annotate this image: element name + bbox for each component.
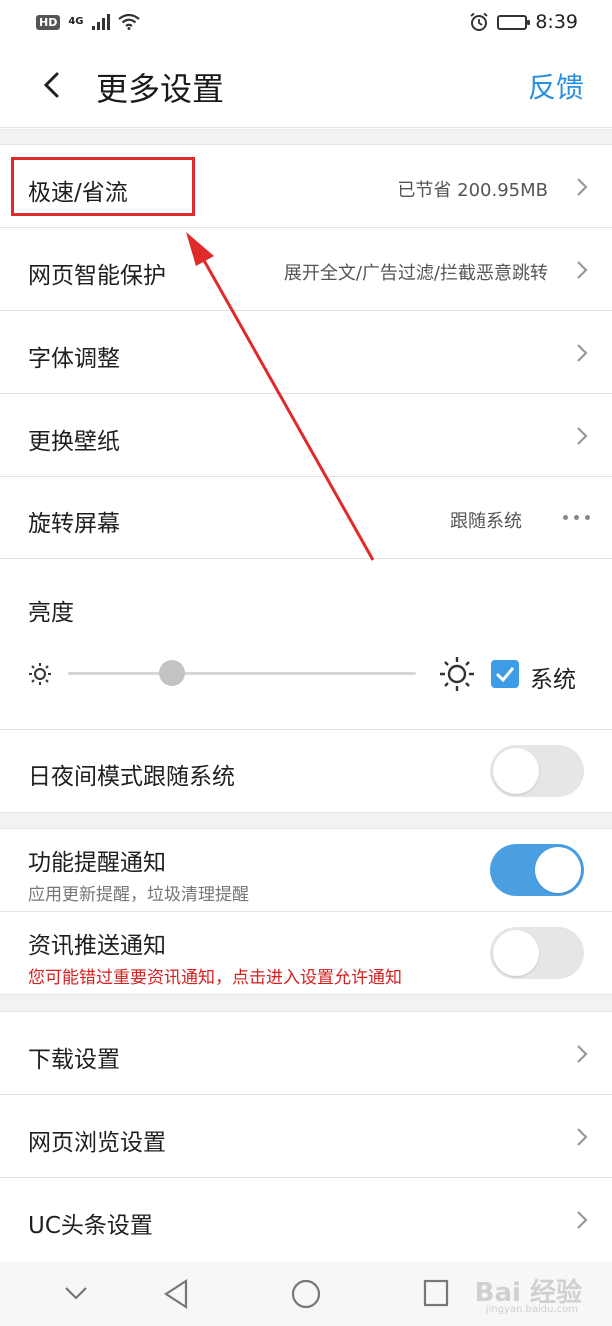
toggle-knob (493, 748, 539, 794)
back-icon[interactable] (40, 72, 66, 98)
feature-notification-toggle[interactable] (490, 844, 584, 896)
rotate-value: 跟随系统 (450, 511, 522, 532)
feature-notification-label: 功能提醒通知 (28, 850, 166, 876)
system-brightness-checkbox[interactable] (491, 660, 519, 688)
brightness-slider-thumb[interactable] (159, 660, 186, 686)
chevron-right-icon (577, 178, 588, 196)
feedback-button[interactable]: 反馈 (528, 66, 584, 106)
browse-settings-label: 网页浏览设置 (28, 1130, 166, 1156)
rotate-label: 旋转屏幕 (28, 511, 120, 537)
nav-back-icon[interactable] (162, 1278, 190, 1310)
system-brightness-label: 系统 (530, 667, 576, 693)
chevron-right-icon (577, 1045, 588, 1063)
annotation-highlight-box (11, 157, 195, 216)
signal-icon (91, 14, 110, 30)
chevron-right-icon (577, 1128, 588, 1146)
news-notification-label: 资讯推送通知 (28, 933, 166, 959)
row-uc-news-settings[interactable]: UC头条设置 (0, 1178, 612, 1262)
row-wallpaper[interactable]: 更换壁纸 (0, 394, 612, 477)
brightness-label: 亮度 (28, 600, 74, 626)
brightness-high-icon (440, 657, 474, 691)
more-options-icon[interactable] (563, 515, 590, 520)
chevron-right-icon (577, 344, 588, 362)
nav-home-icon[interactable] (290, 1278, 322, 1310)
battery-icon (497, 14, 531, 30)
section-gap (0, 812, 612, 829)
header: 更多设置 反馈 (0, 44, 612, 128)
font-adjust-label: 字体调整 (28, 346, 120, 372)
status-left: HD 4G (36, 14, 140, 30)
uc-news-settings-label: UC头条设置 (28, 1213, 153, 1239)
brightness-low-icon (29, 663, 51, 685)
web-protect-label: 网页智能保护 (28, 263, 166, 289)
row-rotate[interactable]: 旋转屏幕 跟随系统 (0, 477, 612, 559)
news-notification-warning[interactable]: 您可能错过重要资讯通知，点击进入设置允许通知 (28, 963, 402, 988)
nav-recents-icon[interactable] (422, 1278, 450, 1308)
row-brightness: 亮度 系统 (0, 559, 612, 730)
section-gap (0, 129, 612, 145)
status-right: 8:39 (469, 11, 578, 33)
hide-nav-icon[interactable] (62, 1284, 90, 1302)
toggle-knob (493, 930, 539, 976)
status-time: 8:39 (535, 11, 578, 33)
hd-badge: HD (36, 14, 61, 30)
chevron-right-icon (577, 1211, 588, 1229)
row-font-adjust[interactable]: 字体调整 (0, 311, 612, 394)
chevron-right-icon (577, 261, 588, 279)
check-icon (495, 667, 515, 683)
wallpaper-label: 更换壁纸 (28, 429, 120, 455)
row-browse-settings[interactable]: 网页浏览设置 (0, 1095, 612, 1178)
chevron-right-icon (577, 427, 588, 445)
row-feature-notification: 功能提醒通知 应用更新提醒，垃圾清理提醒 (0, 829, 612, 912)
section-gap (0, 994, 612, 1012)
night-mode-toggle[interactable] (490, 745, 584, 797)
page-title: 更多设置 (96, 70, 225, 108)
night-mode-label: 日夜间模式跟随系统 (28, 764, 235, 790)
network-type: 4G (68, 16, 84, 27)
row-web-protect[interactable]: 网页智能保护 展开全文/广告过滤/拦截恶意跳转 (0, 228, 612, 311)
toggle-knob (535, 847, 581, 893)
web-protect-value: 展开全文/广告过滤/拦截恶意跳转 (283, 263, 548, 284)
feature-notification-sub: 应用更新提醒，垃圾清理提醒 (28, 885, 249, 905)
speed-saver-value: 已节省 200.95MB (397, 180, 548, 201)
download-settings-label: 下载设置 (28, 1047, 120, 1073)
news-notification-toggle[interactable] (490, 927, 584, 979)
row-news-notification[interactable]: 资讯推送通知 您可能错过重要资讯通知，点击进入设置允许通知 (0, 912, 612, 994)
alarm-icon (470, 12, 488, 31)
wifi-icon (117, 14, 140, 30)
row-download-settings[interactable]: 下载设置 (0, 1012, 612, 1095)
status-bar: HD 4G 8:39 (0, 0, 612, 44)
row-night-mode: 日夜间模式跟随系统 (0, 730, 612, 812)
brightness-slider[interactable] (68, 672, 416, 675)
watermark-url: jingyan.baidu.com (485, 1304, 578, 1315)
